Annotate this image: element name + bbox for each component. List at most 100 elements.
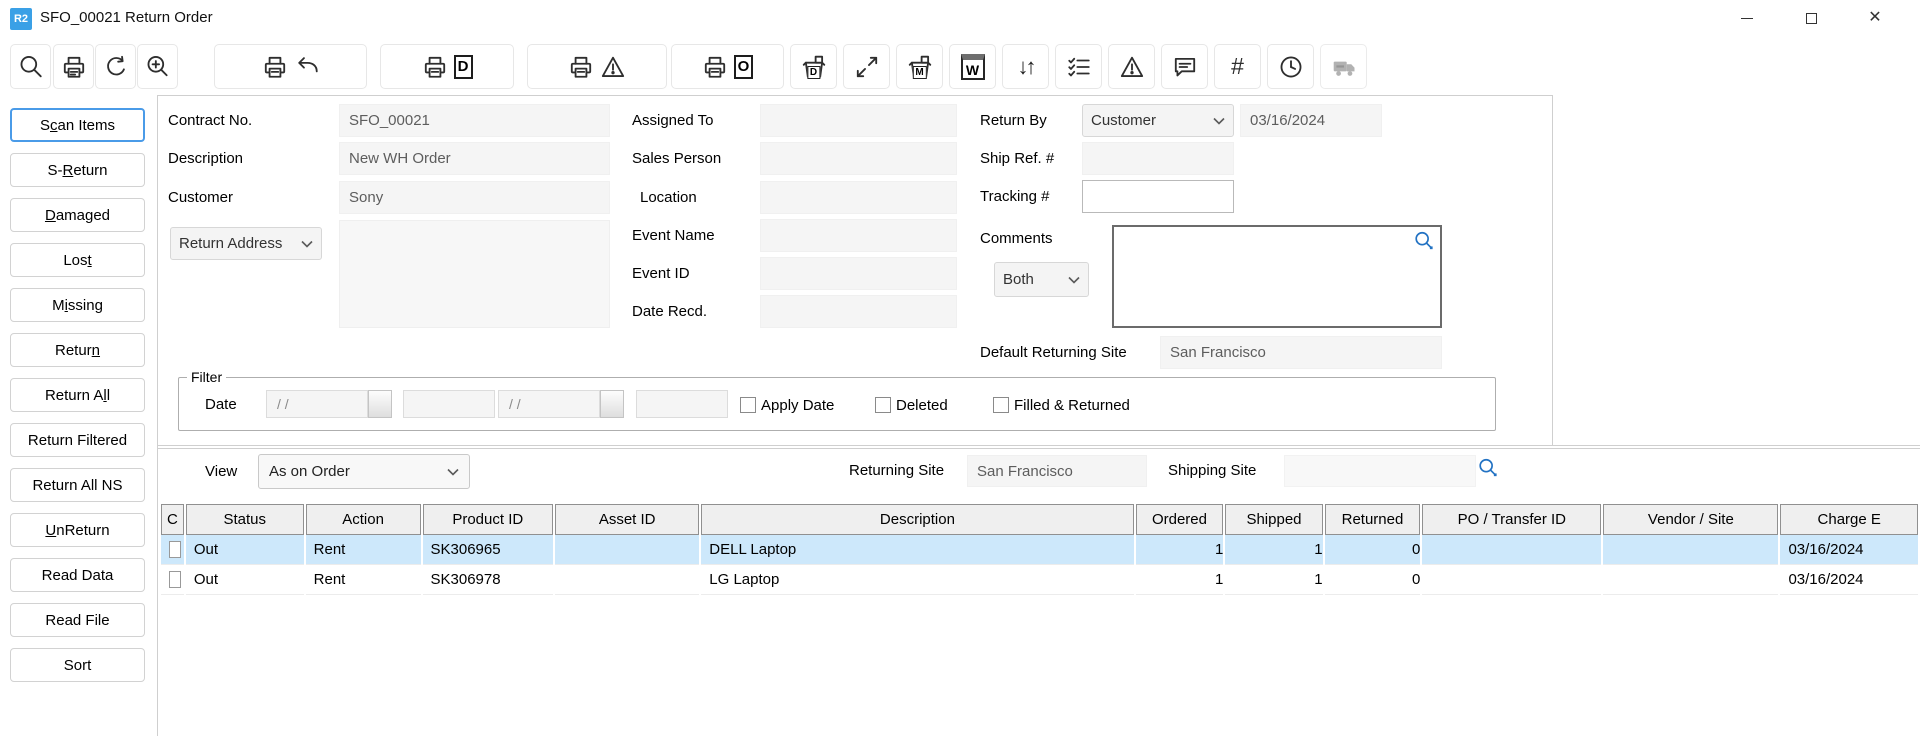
sidebar-button-s-return[interactable]: S-Return: [10, 153, 145, 187]
checklist-button[interactable]: [1055, 44, 1102, 89]
sidebar-button-lost[interactable]: Lost: [10, 243, 145, 277]
assigned-to-field[interactable]: [760, 104, 957, 137]
chevron-down-icon: [447, 468, 459, 476]
col-header-asset-id[interactable]: Asset ID: [555, 504, 699, 535]
shipping-site-search-icon[interactable]: [1477, 457, 1499, 479]
sidebar-button-return-filtered[interactable]: Return Filtered: [10, 423, 145, 457]
sidebar-button-missing[interactable]: Missing: [10, 288, 145, 322]
customer-field[interactable]: Sony: [339, 181, 610, 214]
filled-returned-label: Filled & Returned: [1014, 397, 1130, 414]
description-label: Description: [168, 142, 243, 175]
filter-date-from-aux-field[interactable]: [403, 390, 495, 418]
window-title: SFO_00021 Return Order: [40, 9, 213, 26]
printer-icon: [422, 54, 448, 80]
shipping-site-label: Shipping Site: [1168, 454, 1256, 487]
sort-arrows-icon: ↓↑: [1018, 54, 1034, 80]
truck-button-disabled: [1320, 44, 1367, 89]
comments-search-icon[interactable]: [1413, 230, 1435, 252]
warning-button[interactable]: [1108, 44, 1155, 89]
cart-move-button[interactable]: M: [896, 44, 943, 89]
sidebar-button-return-all[interactable]: Return All: [10, 378, 145, 412]
col-header-returned[interactable]: Returned: [1325, 504, 1421, 535]
col-header-ordered[interactable]: Ordered: [1136, 504, 1224, 535]
filled-returned-checkbox[interactable]: [993, 397, 1009, 413]
returning-site-field[interactable]: San Francisco: [967, 455, 1147, 487]
contract-no-field[interactable]: SFO_00021: [339, 104, 610, 137]
filter-date-from-picker-button[interactable]: [368, 390, 392, 418]
comments-label: Comments: [980, 228, 1053, 248]
cart-delivery-button[interactable]: D: [790, 44, 837, 89]
truck-icon: [1331, 54, 1357, 80]
filter-date-to-picker-button[interactable]: [600, 390, 624, 418]
col-header-shipped[interactable]: Shipped: [1225, 504, 1322, 535]
filter-date-to-field[interactable]: / /: [498, 390, 600, 418]
refresh-icon: [103, 54, 129, 80]
grid-row-1[interactable]: Out Rent SK306965 DELL Laptop 1 1 0 03/1…: [161, 535, 1918, 565]
return-address-textarea[interactable]: [339, 220, 610, 328]
print-warning-button[interactable]: [527, 44, 667, 89]
col-header-action[interactable]: Action: [306, 504, 421, 535]
zoom-in-icon: [145, 54, 171, 80]
search-button[interactable]: [10, 44, 51, 89]
deleted-checkbox[interactable]: [875, 397, 891, 413]
sort-order-button[interactable]: ↓↑: [1002, 44, 1049, 89]
view-dropdown[interactable]: As on Order: [258, 454, 470, 489]
row-checkbox[interactable]: [169, 541, 181, 558]
sidebar-button-sort[interactable]: Sort: [10, 648, 145, 682]
sidebar-button-unreturn[interactable]: UnReturn: [10, 513, 145, 547]
event-name-field[interactable]: [760, 219, 957, 252]
print-delivery-note-button[interactable]: D: [380, 44, 514, 89]
time-button[interactable]: [1267, 44, 1314, 89]
row-check-cell: [161, 535, 184, 565]
print-order-button[interactable]: O: [671, 44, 784, 89]
zoom-in-button[interactable]: [137, 44, 178, 89]
description-field[interactable]: New WH Order: [339, 142, 610, 175]
col-header-description[interactable]: Description: [701, 504, 1133, 535]
row-checkbox[interactable]: [169, 571, 181, 588]
sidebar-button-return-all-ns[interactable]: Return All NS: [10, 468, 145, 502]
cell-returned: 0: [1325, 565, 1421, 595]
col-header-status[interactable]: Status: [186, 504, 304, 535]
ship-ref-field[interactable]: [1082, 142, 1234, 175]
print-button[interactable]: [53, 44, 94, 89]
filter-date-from-field[interactable]: / /: [266, 390, 368, 418]
sidebar-button-damaged[interactable]: Damaged: [10, 198, 145, 232]
sales-person-field[interactable]: [760, 142, 957, 175]
filter-date-to-aux-field[interactable]: [636, 390, 728, 418]
cell-po-transfer-id: [1422, 565, 1601, 595]
print-undo-button[interactable]: [214, 44, 367, 89]
return-address-dropdown[interactable]: Return Address: [170, 227, 322, 260]
location-field[interactable]: [760, 181, 957, 214]
return-by-dropdown[interactable]: Customer: [1082, 104, 1234, 137]
refresh-button[interactable]: [95, 44, 136, 89]
comments-button[interactable]: [1161, 44, 1208, 89]
col-header-charge[interactable]: Charge E: [1780, 504, 1918, 535]
cell-shipped: 1: [1225, 535, 1322, 565]
col-header-vendor-site[interactable]: Vendor / Site: [1603, 504, 1778, 535]
grid-row-2[interactable]: Out Rent SK306978 LG Laptop 1 1 0 03/16/…: [161, 565, 1918, 595]
col-header-product-id[interactable]: Product ID: [423, 504, 554, 535]
col-header-po-transfer-id[interactable]: PO / Transfer ID: [1422, 504, 1601, 535]
minimize-button[interactable]: [1722, 0, 1772, 36]
apply-date-checkbox[interactable]: [740, 397, 756, 413]
sidebar-button-return[interactable]: Return: [10, 333, 145, 367]
returning-site-label: Returning Site: [849, 454, 944, 487]
word-export-button[interactable]: W: [949, 44, 996, 89]
sidebar-button-scan-items[interactable]: Scan Items: [10, 108, 145, 142]
event-id-field[interactable]: [760, 257, 957, 290]
maximize-button[interactable]: [1786, 0, 1836, 36]
sidebar-button-read-data[interactable]: Read Data: [10, 558, 145, 592]
close-button[interactable]: ✕: [1850, 0, 1900, 36]
date-recd-field[interactable]: [760, 295, 957, 328]
tracking-field[interactable]: [1082, 180, 1234, 213]
comments-textarea[interactable]: [1112, 225, 1442, 328]
comments-scope-dropdown[interactable]: Both: [994, 262, 1089, 297]
expand-button[interactable]: [843, 44, 890, 89]
return-by-date-field[interactable]: 03/16/2024: [1240, 104, 1382, 137]
numbers-button[interactable]: #: [1214, 44, 1261, 89]
col-header-check[interactable]: C: [161, 504, 184, 535]
sidebar-button-read-file[interactable]: Read File: [10, 603, 145, 637]
items-grid: C Status Action Product ID Asset ID Desc…: [159, 504, 1920, 595]
shipping-site-field[interactable]: [1284, 455, 1476, 487]
default-returning-site-field[interactable]: San Francisco: [1160, 336, 1442, 369]
